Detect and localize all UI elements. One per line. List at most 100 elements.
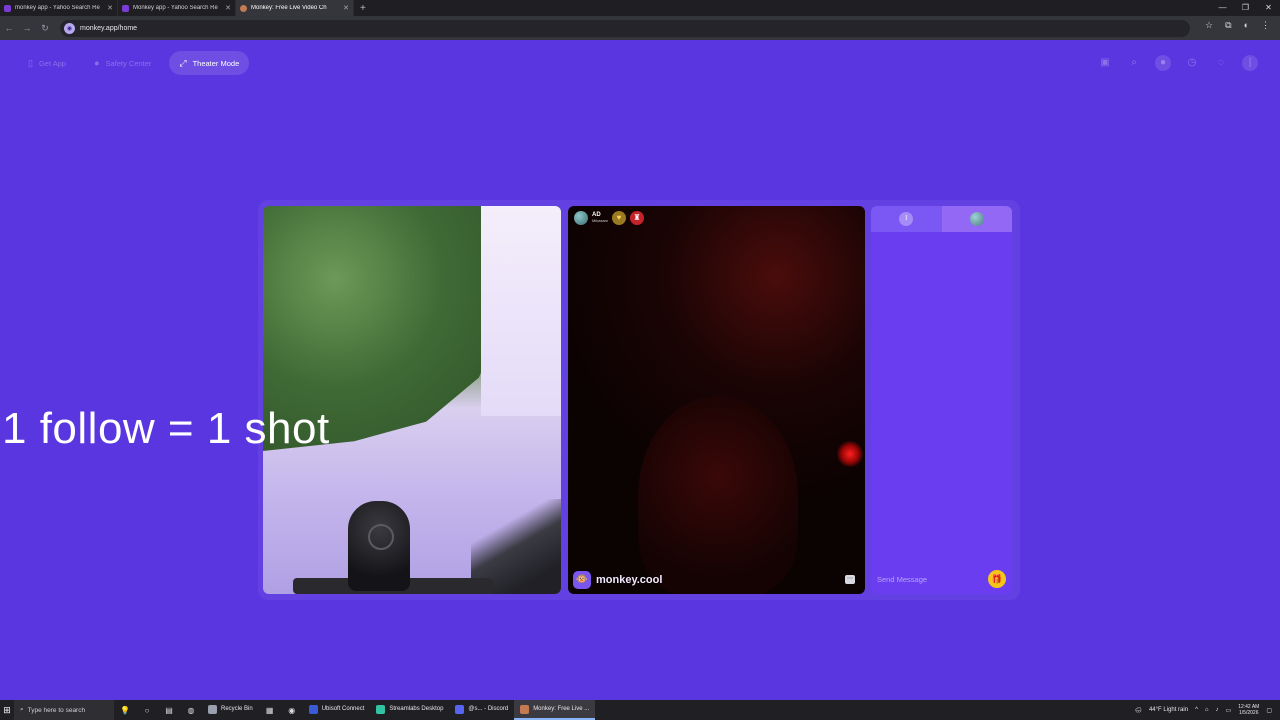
self-camera-feed — [263, 206, 561, 594]
microphone-grill — [368, 524, 394, 550]
messages-icon[interactable]: ◌ — [1213, 55, 1229, 71]
window-controls: — ❐ ✕ — [1211, 0, 1280, 16]
taskbar-app-label: Streamlabs Desktop — [389, 706, 444, 712]
url-text: monkey.app/home — [80, 24, 138, 32]
red-light — [837, 441, 863, 467]
close-tab-icon[interactable]: ✕ — [107, 4, 113, 12]
chat-panel: I 🎁 — [871, 206, 1012, 594]
expand-icon: ⤢ — [179, 57, 187, 68]
weather-text[interactable]: 44°F Light rain — [1149, 707, 1188, 713]
extensions-icon[interactable]: ⧉ — [1225, 20, 1231, 31]
recycle-bin-icon — [208, 704, 217, 714]
edge-browser-icon[interactable]: ◍ — [180, 706, 202, 715]
browser-toolbar-icons: ☆ ⧉ ◐ ⋮ — [1205, 20, 1270, 31]
gift-icon[interactable]: 🎁 — [988, 570, 1006, 588]
address-bar-row: ← → ↻ ◉ monkey.app/home — [0, 16, 1280, 40]
peer-info[interactable]: AD Mikasam ♥ ♜ — [574, 211, 645, 225]
shield-icon: ● — [94, 58, 100, 68]
cortana-icon[interactable]: ○ — [136, 706, 158, 715]
taskbar-search[interactable]: ⌕ Type here to search — [14, 700, 114, 720]
send-message-input[interactable] — [877, 574, 977, 584]
search-highlight-icon[interactable]: 💡 — [114, 706, 136, 715]
get-app-label: Get App — [38, 58, 67, 68]
close-tab-icon[interactable]: ✕ — [343, 4, 349, 12]
browser-tab[interactable]: monkey app - Yahoo Search Re ✕ — [0, 0, 118, 16]
phone-icon: ▯ — [28, 57, 33, 68]
battery-icon[interactable]: ▭ — [1226, 707, 1232, 714]
taskbar-app[interactable]: Streamlabs Desktop — [370, 700, 449, 720]
background-wall — [481, 206, 561, 416]
user-avatar-icon[interactable]: | — [1242, 55, 1258, 71]
page-top-icons: ▣ ⌕ ● ◷ ◌ | — [1097, 55, 1258, 71]
new-tab-icon[interactable]: + — [354, 3, 372, 14]
monkey-watermark: 🐵 monkey.cool — [573, 571, 662, 589]
back-icon[interactable]: ← — [0, 23, 18, 33]
taskbar-app-active[interactable]: Monkey: Free Live ... — [514, 700, 596, 720]
taskbar-app-label: @s... - Discord — [468, 706, 509, 712]
calculator-icon[interactable]: ▦ — [259, 706, 281, 715]
safety-center-label: Safety Center — [105, 58, 152, 68]
peer-avatar-icon — [969, 212, 984, 226]
search-icon: ⌕ — [20, 706, 24, 713]
browser-tab-bar: monkey app - Yahoo Search Re ✕ Monkey ap… — [0, 0, 1280, 16]
chat-tab-left[interactable]: I — [871, 206, 942, 232]
peer-silhouette — [638, 396, 798, 594]
site-info-icon[interactable]: ◉ — [64, 22, 75, 34]
close-window-icon[interactable]: ✕ — [1257, 0, 1280, 16]
profile-icon[interactable]: ◐ — [1244, 20, 1249, 31]
report-badge-icon[interactable]: ♜ — [630, 211, 645, 225]
forward-icon[interactable]: → — [18, 23, 36, 33]
safety-center-button[interactable]: ● Safety Center — [84, 51, 161, 75]
chat-header: I — [871, 206, 1012, 232]
watermark-text: monkey.cool — [596, 574, 663, 586]
taskbar-app-label: Recycle Bin — [221, 706, 253, 712]
theater-mode-button[interactable]: ⤢ Theater Mode — [169, 51, 250, 75]
more-options-icon[interactable]: ⋯ — [845, 575, 855, 584]
clock-date: 1/5/2026 — [1239, 710, 1259, 716]
taskbar-app-label: Ubisoft Connect — [321, 706, 365, 712]
weather-icon[interactable]: 🌧 — [1134, 707, 1142, 714]
browser-tab-active[interactable]: Monkey: Free Live Video Ch ✕ — [236, 0, 354, 16]
chat-input-row: 🎁 — [871, 564, 1012, 594]
restore-icon[interactable]: ❐ — [1234, 0, 1257, 16]
search-icon[interactable]: ⌕ — [1126, 55, 1142, 71]
peer-avatar[interactable] — [574, 211, 588, 225]
task-view-icon[interactable]: ▤ — [158, 706, 180, 715]
page-top-nav: ▯ Get App ● Safety Center ⤢ Theater Mode — [18, 51, 250, 75]
get-app-button[interactable]: ▯ Get App — [18, 51, 76, 75]
close-tab-icon[interactable]: ✕ — [225, 4, 231, 12]
bookmark-star-icon[interactable]: ☆ — [1205, 20, 1213, 31]
network-icon[interactable]: ⌂ — [1205, 707, 1209, 713]
tab-title: Monkey app - Yahoo Search Re — [133, 5, 218, 11]
taskbar-app[interactable]: Recycle Bin — [202, 700, 259, 720]
peer-subtitle: Mikasam — [592, 218, 609, 223]
windows-taskbar: ⊞ ⌕ Type here to search 💡 ○ ▤ ◍ Recycle … — [0, 700, 1280, 720]
clock[interactable]: 12:42 AM 1/5/2026 — [1238, 704, 1259, 716]
browser-tab[interactable]: Monkey app - Yahoo Search Re ✕ — [118, 0, 236, 16]
self-avatar-icon: I — [899, 212, 914, 226]
peer-name: AD Mikasam — [592, 212, 608, 224]
minimize-icon[interactable]: — — [1211, 0, 1234, 16]
taskbar-app[interactable]: Ubisoft Connect — [303, 700, 371, 720]
taskbar-app[interactable]: @s... - Discord — [449, 700, 514, 720]
heart-badge-icon[interactable]: ♥ — [612, 211, 627, 225]
monkey-logo-icon: 🐵 — [573, 571, 591, 589]
gift-shop-icon[interactable]: ▣ — [1097, 55, 1113, 71]
history-icon[interactable]: ◷ — [1184, 55, 1200, 71]
tray-overflow-icon[interactable]: ^ — [1195, 707, 1198, 713]
tab-title: monkey app - Yahoo Search Re — [15, 5, 100, 11]
windows-start-icon[interactable]: ⊞ — [0, 705, 14, 716]
reload-icon[interactable]: ↻ — [36, 23, 54, 34]
yahoo-favicon-icon — [4, 4, 11, 12]
chrome-monkey-icon — [520, 704, 530, 714]
tab-title: Monkey: Free Live Video Ch — [251, 5, 327, 11]
chat-tab-right[interactable] — [941, 206, 1012, 232]
theater-mode-label: Theater Mode — [192, 58, 240, 68]
volume-icon[interactable]: ♪ — [1216, 707, 1219, 713]
chrome-icon[interactable]: ◉ — [281, 706, 303, 715]
url-bar[interactable]: ◉ monkey.app/home — [60, 19, 1190, 37]
notification-icon[interactable]: ▢ — [1266, 707, 1272, 714]
coin-icon[interactable]: ● — [1155, 55, 1171, 71]
taskbar-app-label: Monkey: Free Live ... — [533, 706, 590, 712]
menu-dots-icon[interactable]: ⋮ — [1261, 20, 1270, 31]
